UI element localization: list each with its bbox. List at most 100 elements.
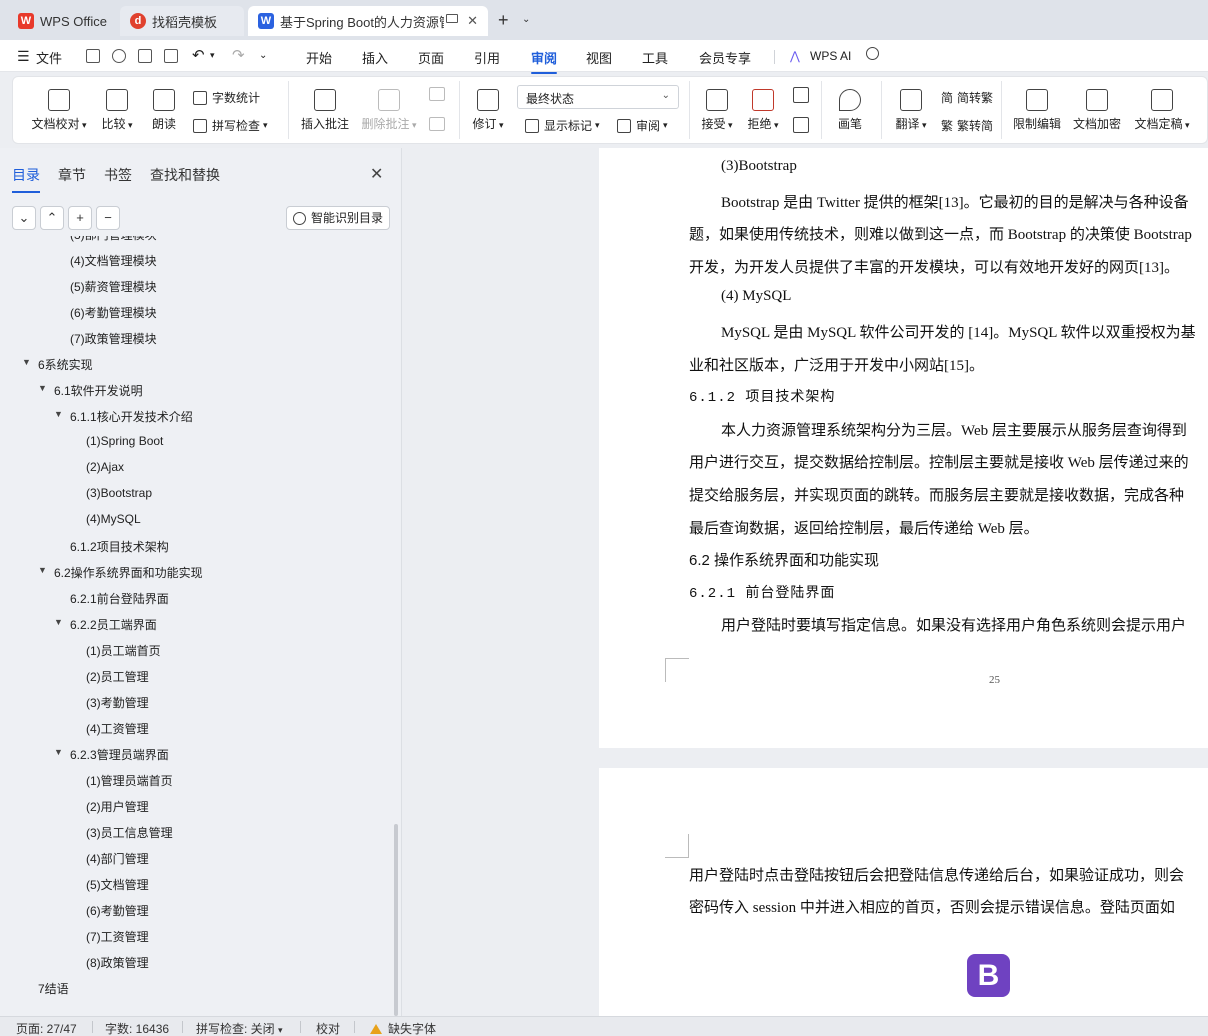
tab-docer-templates[interactable]: d 找稻壳模板 bbox=[120, 6, 244, 36]
to-traditional-button[interactable]: 简简转繁 bbox=[941, 89, 993, 106]
toc-item[interactable]: ▼ 6系统实现 bbox=[22, 356, 93, 376]
toc-item[interactable]: (5)文档管理 bbox=[86, 876, 149, 896]
redo-icon[interactable]: ↷ bbox=[232, 46, 245, 64]
save-icon[interactable] bbox=[86, 49, 100, 63]
remove-heading-button[interactable]: − bbox=[96, 206, 120, 230]
status-page[interactable]: 页面: 27/47 bbox=[16, 1020, 77, 1036]
doc-check-button[interactable]: 文档校对 ▾ bbox=[29, 81, 89, 132]
tab-wps-office[interactable]: W WPS Office bbox=[8, 6, 120, 36]
toc-item[interactable]: (1)Spring Boot bbox=[86, 434, 163, 454]
toc-item[interactable]: (4)部门管理 bbox=[86, 850, 149, 870]
toc-item[interactable]: 7结语 bbox=[38, 980, 69, 1000]
tab-toc[interactable]: 目录 bbox=[12, 165, 40, 193]
expand-caret-icon[interactable]: ▼ bbox=[54, 617, 63, 627]
menu-references[interactable]: 引用 bbox=[474, 48, 500, 67]
restrict-edit-button[interactable]: 限制编辑 bbox=[1011, 81, 1063, 132]
document-page[interactable]: B 用户登陆时点击登陆按钮后会把登陆信息传递给后台，如果验证成功，则会 密码传入 … bbox=[599, 768, 1208, 1016]
next-change-icon[interactable] bbox=[793, 117, 809, 133]
menu-page[interactable]: 页面 bbox=[418, 48, 444, 67]
encrypt-button[interactable]: 文档加密 bbox=[1071, 81, 1123, 132]
menu-file[interactable]: 文件 bbox=[36, 48, 62, 67]
tab-document[interactable]: W 基于Spring Boot的人力资源管 ✕ bbox=[248, 6, 488, 36]
link-icon[interactable] bbox=[112, 49, 126, 63]
toc-item[interactable]: ▼ 6.2操作系统界面和功能实现 bbox=[38, 564, 203, 584]
menu-review[interactable]: 审阅 bbox=[531, 48, 558, 74]
menu-insert[interactable]: 插入 bbox=[362, 48, 388, 67]
translate-button[interactable]: 翻译 ▾ bbox=[893, 81, 929, 132]
toc-scrollbar[interactable] bbox=[394, 824, 398, 1016]
to-simplified-button[interactable]: 繁繁转简 bbox=[941, 117, 993, 134]
toc-item[interactable]: ▼ 6.2.2员工端界面 bbox=[54, 616, 157, 636]
toc-item[interactable]: (7)工资管理 bbox=[86, 928, 149, 948]
status-missing-font[interactable]: 缺失字体 bbox=[370, 1020, 436, 1036]
toc-item[interactable]: (5)薪资管理模块 bbox=[70, 278, 157, 298]
add-heading-button[interactable]: + bbox=[68, 206, 92, 230]
document-page[interactable]: 25 (3)Bootstrap Bootstrap 是由 Twitter 提供的框… bbox=[599, 148, 1208, 748]
delete-comment-button[interactable]: 删除批注 ▾ bbox=[359, 81, 419, 132]
new-tab-button[interactable]: + bbox=[498, 10, 509, 31]
compare-button[interactable]: 比较 ▾ bbox=[97, 81, 137, 132]
promote-button[interactable]: ⌃ bbox=[40, 206, 64, 230]
chevron-down-icon[interactable]: ▾ bbox=[210, 50, 215, 61]
toc-item[interactable]: ▼ 6.2.3管理员端界面 bbox=[54, 746, 169, 766]
smart-toc-button[interactable]: 智能识别目录 bbox=[286, 206, 390, 230]
toc-item[interactable]: (6)考勤管理 bbox=[86, 902, 149, 922]
expand-caret-icon[interactable]: ▼ bbox=[54, 409, 63, 419]
display-state-select[interactable]: 最终状态 ⌄ bbox=[517, 85, 679, 109]
status-word-count[interactable]: 字数: 16436 bbox=[105, 1020, 169, 1036]
menu-home[interactable]: 开始 bbox=[306, 48, 332, 67]
toc-item[interactable]: (2)员工管理 bbox=[86, 668, 149, 688]
prev-comment-icon[interactable] bbox=[429, 87, 445, 101]
toc-item[interactable]: (8)政策管理 bbox=[86, 954, 149, 974]
toc-item[interactable]: (3)考勤管理 bbox=[86, 694, 149, 714]
print-icon[interactable] bbox=[138, 49, 152, 63]
toc-item[interactable]: (1)员工端首页 bbox=[86, 642, 161, 662]
expand-caret-icon[interactable]: ▼ bbox=[54, 747, 63, 757]
toc-item[interactable]: ▼ 6.1软件开发说明 bbox=[38, 382, 143, 402]
toc-item[interactable]: (4)工资管理 bbox=[86, 720, 149, 740]
toc-item[interactable]: 6.2.1前台登陆界面 bbox=[70, 590, 169, 610]
collapse-button[interactable]: ⌄ bbox=[12, 206, 36, 230]
chevron-down-icon[interactable]: ⌄ bbox=[522, 14, 530, 25]
expand-caret-icon[interactable]: ▼ bbox=[38, 383, 47, 393]
pen-button[interactable]: 画笔 bbox=[835, 81, 865, 132]
toc-item[interactable]: ▼ 6.1.1核心开发技术介绍 bbox=[54, 408, 193, 428]
monitor-icon[interactable] bbox=[446, 14, 458, 23]
toc-item[interactable]: (3)部门管理模块 bbox=[70, 236, 157, 246]
print-preview-icon[interactable] bbox=[164, 49, 178, 63]
expand-caret-icon[interactable]: ▼ bbox=[38, 565, 47, 575]
toc-item[interactable]: (3)员工信息管理 bbox=[86, 824, 173, 844]
tab-bookmarks[interactable]: 书签 bbox=[104, 165, 132, 185]
accept-button[interactable]: 接受 ▾ bbox=[699, 81, 735, 132]
close-icon[interactable]: ✕ bbox=[467, 13, 478, 29]
toc-item[interactable]: (4)MySQL bbox=[86, 512, 141, 532]
close-icon[interactable]: ✕ bbox=[370, 164, 383, 184]
menu-member[interactable]: 会员专享 bbox=[699, 48, 751, 67]
tab-find-replace[interactable]: 查找和替换 bbox=[150, 165, 220, 185]
show-marks-button[interactable]: 显示标记 ▾ bbox=[525, 117, 600, 134]
toc-item[interactable]: (7)政策管理模块 bbox=[70, 330, 157, 350]
document-area[interactable]: 25 (3)Bootstrap Bootstrap 是由 Twitter 提供的框… bbox=[403, 148, 1208, 1016]
read-aloud-button[interactable]: 朗读 bbox=[149, 81, 179, 132]
insert-comment-button[interactable]: 插入批注 bbox=[299, 81, 351, 132]
next-comment-icon[interactable] bbox=[429, 117, 445, 131]
prev-change-icon[interactable] bbox=[793, 87, 809, 103]
reject-button[interactable]: 拒绝 ▾ bbox=[745, 81, 781, 132]
hamburger-icon[interactable]: ☰ bbox=[17, 48, 30, 65]
search-icon[interactable] bbox=[866, 47, 879, 60]
menu-tools[interactable]: 工具 bbox=[642, 48, 668, 67]
review-pane-button[interactable]: 审阅 ▾ bbox=[617, 117, 668, 134]
menu-view[interactable]: 视图 bbox=[586, 48, 612, 67]
finalize-button[interactable]: 文档定稿 ▾ bbox=[1131, 81, 1193, 132]
tab-sections[interactable]: 章节 bbox=[58, 165, 86, 185]
expand-caret-icon[interactable]: ▼ bbox=[22, 357, 31, 367]
menu-wps-ai[interactable]: WPS AI bbox=[810, 49, 851, 63]
status-proofread[interactable]: 校对 bbox=[316, 1020, 340, 1036]
toc-item[interactable]: (3)Bootstrap bbox=[86, 486, 152, 506]
toc-item[interactable]: (4)文档管理模块 bbox=[70, 252, 157, 272]
toc-item[interactable]: (6)考勤管理模块 bbox=[70, 304, 157, 324]
undo-icon[interactable]: ↶ bbox=[192, 46, 205, 64]
status-spell-check[interactable]: 拼写检查: 关闭 ▾ bbox=[196, 1020, 283, 1036]
toc-item[interactable]: (2)用户管理 bbox=[86, 798, 149, 818]
toc-item[interactable]: (1)管理员端首页 bbox=[86, 772, 173, 792]
